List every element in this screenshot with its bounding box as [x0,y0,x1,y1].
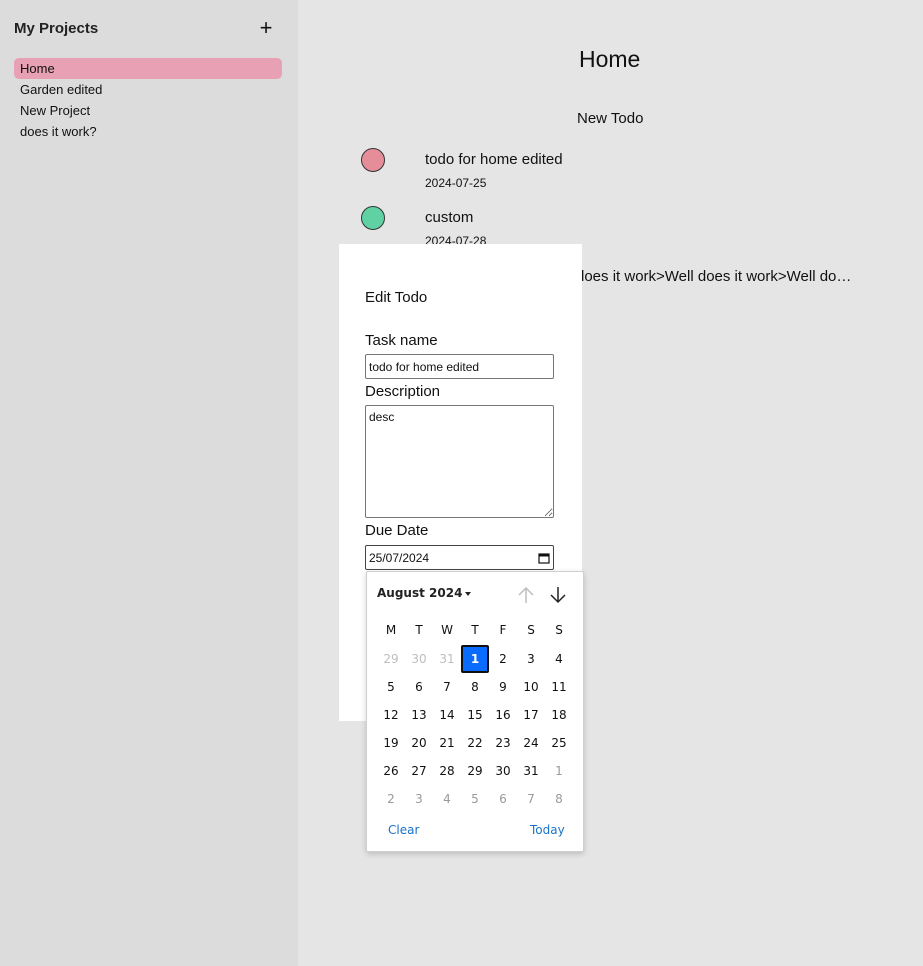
sidebar-item-new-project[interactable]: New Project [14,100,282,121]
calendar-day[interactable]: 5 [377,673,405,701]
todo-name[interactable]: todo for home edited [425,151,563,168]
calendar-day[interactable]: 20 [405,729,433,757]
calendar-day[interactable]: 2 [489,645,517,673]
project-list: Home Garden edited New Project does it w… [14,58,282,142]
arrow-up-icon[interactable] [516,584,536,606]
calendar-day[interactable]: 3 [405,785,433,813]
calendar-icon[interactable] [538,552,550,564]
calendar-day[interactable]: 6 [405,673,433,701]
due-date-label: Due Date [365,522,429,539]
calendar-day[interactable]: 13 [405,701,433,729]
calendar-week-row: 2 3 4 5 6 7 8 [377,785,573,813]
caret-down-icon [465,591,472,596]
sidebar: My Projects + Home Garden edited New Pro… [0,0,298,966]
calendar-day-selected[interactable]: 1 [461,645,489,673]
todo-name[interactable]: custom [425,209,473,226]
calendar-day[interactable]: 4 [433,785,461,813]
calendar-day[interactable]: 6 [489,785,517,813]
sidebar-item-home[interactable]: Home [14,58,282,79]
calendar-day[interactable]: 19 [377,729,405,757]
todo-priority-circle[interactable] [361,148,385,172]
todo-name[interactable]: does it work>Well does it work>Well does… [576,268,856,285]
todo-priority-circle[interactable] [361,206,385,230]
calendar-day[interactable]: 30 [489,757,517,785]
todo-date: 2024-07-25 [425,176,487,190]
calendar-day[interactable]: 24 [517,729,545,757]
calendar-day[interactable]: 21 [433,729,461,757]
calendar-day[interactable]: 11 [545,673,573,701]
task-name-input[interactable] [365,354,554,379]
calendar-day[interactable]: 1 [545,757,573,785]
add-project-button[interactable]: + [256,16,276,40]
calendar-day[interactable]: 18 [545,701,573,729]
weekday-label: T [471,623,479,637]
calendar-day[interactable]: 26 [377,757,405,785]
calendar-day[interactable]: 25 [545,729,573,757]
calendar-day[interactable]: 29 [377,645,405,673]
calendar-day[interactable]: 16 [489,701,517,729]
today-button[interactable]: Today [530,823,565,837]
calendar-week-row: 5 6 7 8 9 10 11 [377,673,573,701]
sidebar-item-garden-edited[interactable]: Garden edited [14,79,282,100]
arrow-down-icon[interactable] [548,584,568,606]
calendar-day[interactable]: 29 [461,757,489,785]
calendar-day[interactable]: 31 [517,757,545,785]
calendar-day[interactable]: 9 [489,673,517,701]
calendar-day[interactable]: 30 [405,645,433,673]
weekday-label: S [527,623,535,637]
month-year-label: August 2024 [377,586,463,600]
calendar-day[interactable]: 14 [433,701,461,729]
weekday-label: M [385,623,397,637]
calendar-day[interactable]: 27 [405,757,433,785]
calendar-day[interactable]: 28 [433,757,461,785]
date-picker-popup: August 2024 M T W T F S S 29 30 31 1 2 3… [366,571,584,852]
calendar-day[interactable]: 22 [461,729,489,757]
calendar-grid: M T W T F S S 29 30 31 1 2 3 4 5 6 7 8 9… [377,619,573,813]
calendar-week-row: 29 30 31 1 2 3 4 [377,645,573,673]
task-name-label: Task name [365,332,438,349]
calendar-day[interactable]: 3 [517,645,545,673]
page-title: Home [579,46,641,72]
calendar-day[interactable]: 7 [433,673,461,701]
due-date-value: 25/07/2024 [369,550,430,565]
new-todo-button[interactable]: New Todo [577,110,643,127]
calendar-week-row: 12 13 14 15 16 17 18 [377,701,573,729]
description-label: Description [365,383,441,400]
weekday-header-row: M T W T F S S [377,619,573,641]
calendar-day[interactable]: 10 [517,673,545,701]
weekday-label: W [441,623,453,637]
sidebar-item-does-it-work[interactable]: does it work? [14,121,282,142]
calendar-day[interactable]: 12 [377,701,405,729]
calendar-day[interactable]: 8 [461,673,489,701]
month-year-select[interactable]: August 2024 [377,586,472,600]
calendar-day[interactable]: 17 [517,701,545,729]
calendar-week-row: 19 20 21 22 23 24 25 [377,729,573,757]
calendar-day[interactable]: 7 [517,785,545,813]
calendar-day[interactable]: 8 [545,785,573,813]
description-textarea[interactable]: desc [365,405,554,518]
due-date-input[interactable]: 25/07/2024 [365,545,554,570]
calendar-day[interactable]: 23 [489,729,517,757]
clear-button[interactable]: Clear [388,823,419,837]
calendar-day[interactable]: 5 [461,785,489,813]
weekday-label: S [555,623,563,637]
weekday-label: T [415,623,423,637]
sidebar-title: My Projects [14,20,99,37]
modal-title: Edit Todo [365,289,428,306]
weekday-label: F [499,623,507,637]
calendar-week-row: 26 27 28 29 30 31 1 [377,757,573,785]
calendar-day[interactable]: 15 [461,701,489,729]
calendar-day[interactable]: 4 [545,645,573,673]
calendar-day[interactable]: 31 [433,645,461,673]
calendar-day[interactable]: 2 [377,785,405,813]
